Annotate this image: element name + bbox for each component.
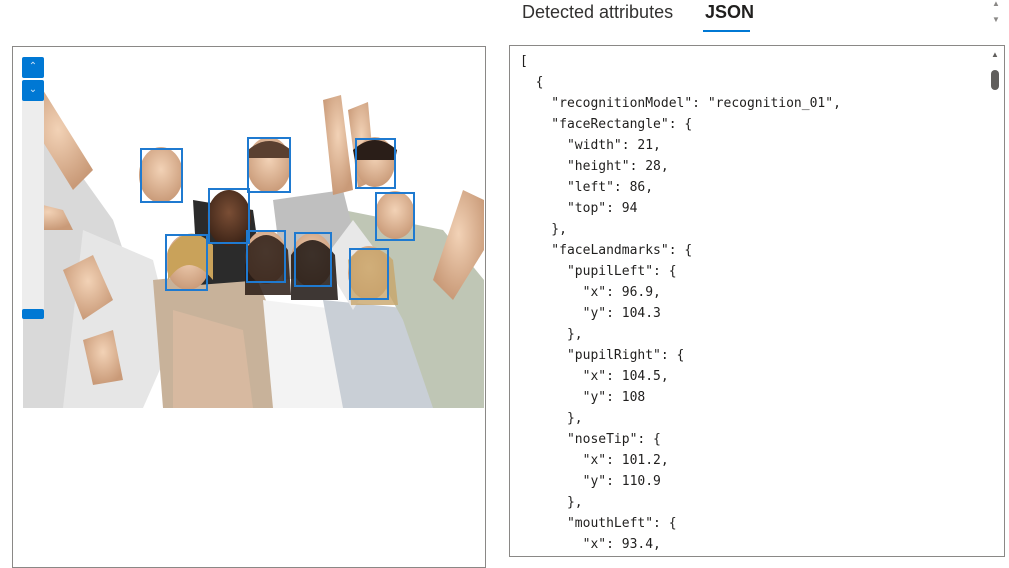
- json-scrollbar[interactable]: ▲: [989, 50, 1001, 556]
- image-viewer: ⌃ ⌄: [12, 46, 486, 568]
- tab-detected-attributes[interactable]: Detected attributes: [522, 2, 673, 23]
- page-scrollbar[interactable]: ▲ ▼: [990, 0, 1004, 30]
- json-output-panel[interactable]: [ { "recognitionModel": "recognition_01"…: [509, 45, 1005, 557]
- zoom-slider-thumb[interactable]: [22, 309, 44, 319]
- zoom-in-button[interactable]: ⌃: [22, 57, 44, 78]
- scroll-up-icon[interactable]: ▲: [991, 50, 999, 59]
- group-photo: [23, 80, 484, 408]
- scroll-down-icon[interactable]: ▼: [992, 16, 1000, 24]
- chevron-up-icon: ⌃: [28, 61, 38, 72]
- zoom-slider-track[interactable]: [22, 87, 44, 317]
- tab-selected-indicator: [703, 30, 750, 32]
- chevron-down-icon: ⌄: [28, 84, 38, 95]
- scroll-up-icon[interactable]: ▲: [992, 0, 1000, 8]
- tab-json[interactable]: JSON: [705, 2, 754, 23]
- json-text: [ { "recognitionModel": "recognition_01"…: [520, 54, 841, 552]
- zoom-out-button[interactable]: ⌄: [22, 80, 44, 101]
- scrollbar-thumb[interactable]: [991, 70, 999, 90]
